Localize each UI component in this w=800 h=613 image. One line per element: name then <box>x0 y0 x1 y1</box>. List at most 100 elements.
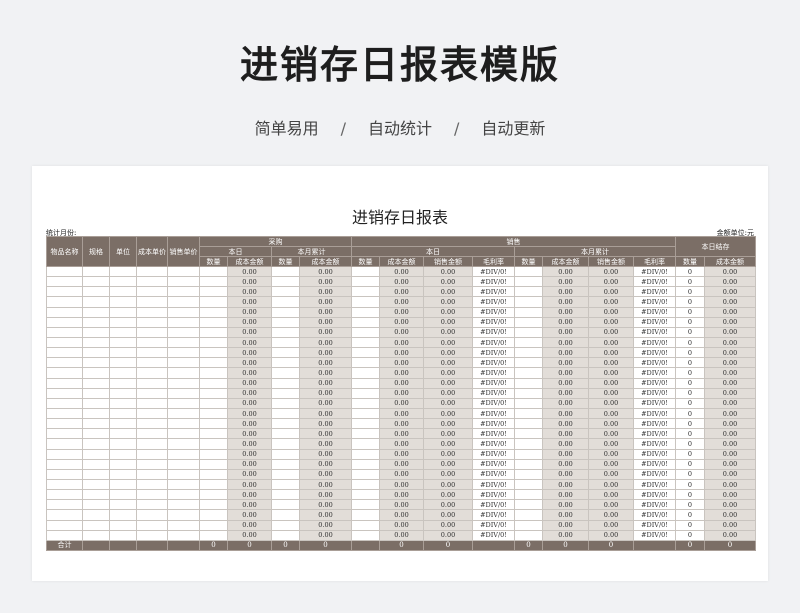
table-cell[interactable] <box>46 468 83 480</box>
table-cell[interactable] <box>514 316 543 328</box>
table-cell[interactable] <box>82 357 110 369</box>
table-cell[interactable]: #DIV/0! <box>472 397 515 409</box>
table-cell[interactable]: 0.00 <box>704 418 756 430</box>
table-cell[interactable]: #DIV/0! <box>633 286 676 298</box>
table-cell[interactable] <box>46 418 83 430</box>
table-cell[interactable] <box>271 458 300 470</box>
table-cell[interactable] <box>514 357 543 369</box>
table-cell[interactable]: 0.00 <box>299 377 352 389</box>
table-cell[interactable] <box>46 377 83 389</box>
table-cell[interactable]: 0.00 <box>704 316 756 328</box>
table-cell[interactable]: #DIV/0! <box>472 458 515 470</box>
table-cell[interactable]: 0.00 <box>423 478 473 491</box>
table-cell[interactable] <box>46 286 83 298</box>
table-cell[interactable] <box>167 519 200 531</box>
table-cell[interactable]: 0.00 <box>379 367 424 379</box>
table-cell[interactable] <box>82 499 110 511</box>
table-cell[interactable] <box>199 367 228 379</box>
table-cell[interactable]: #DIV/0! <box>472 478 515 491</box>
table-cell[interactable] <box>109 448 137 460</box>
table-cell[interactable]: #DIV/0! <box>633 428 676 440</box>
table-cell[interactable]: 0.00 <box>588 458 634 470</box>
table-cell[interactable] <box>109 458 137 470</box>
table-cell[interactable] <box>46 306 83 318</box>
table-cell[interactable]: #DIV/0! <box>633 529 676 541</box>
table-cell[interactable]: 0.00 <box>542 367 589 379</box>
table-cell[interactable] <box>271 397 300 409</box>
table-cell[interactable] <box>271 509 300 521</box>
table-cell[interactable]: 0 <box>675 265 705 278</box>
table-cell[interactable] <box>514 367 543 379</box>
table-cell[interactable]: #DIV/0! <box>633 265 676 278</box>
table-cell[interactable] <box>514 499 543 511</box>
table-cell[interactable]: #DIV/0! <box>633 296 676 308</box>
table-cell[interactable] <box>199 478 228 491</box>
table-cell[interactable] <box>109 367 137 379</box>
table-cell[interactable]: #DIV/0! <box>472 407 515 420</box>
table-cell[interactable] <box>82 418 110 430</box>
table-cell[interactable]: 0.00 <box>379 296 424 308</box>
table-cell[interactable]: 0.00 <box>704 387 756 399</box>
table-cell[interactable] <box>514 438 543 450</box>
table-cell[interactable]: 0.00 <box>379 347 424 359</box>
table-cell[interactable] <box>109 377 137 389</box>
table-cell[interactable]: 0.00 <box>423 276 473 288</box>
table-cell[interactable] <box>271 418 300 430</box>
table-cell[interactable]: 0.00 <box>299 397 352 409</box>
table-cell[interactable] <box>514 519 543 531</box>
table-cell[interactable]: 0 <box>675 458 705 470</box>
table-cell[interactable] <box>514 326 543 338</box>
table-cell[interactable]: #DIV/0! <box>633 489 676 501</box>
table-cell[interactable] <box>167 489 200 501</box>
table-cell[interactable]: 0.00 <box>704 407 756 420</box>
table-cell[interactable]: 0.00 <box>299 306 352 318</box>
table-cell[interactable] <box>271 276 300 288</box>
table-cell[interactable]: 0.00 <box>379 326 424 338</box>
table-cell[interactable] <box>136 296 168 308</box>
table-cell[interactable] <box>514 529 543 541</box>
table-cell[interactable] <box>199 418 228 430</box>
table-cell[interactable]: 0.00 <box>588 448 634 460</box>
table-cell[interactable]: #DIV/0! <box>633 478 676 491</box>
table-cell[interactable] <box>271 316 300 328</box>
table-cell[interactable] <box>514 296 543 308</box>
table-cell[interactable]: 0.00 <box>542 428 589 440</box>
table-cell[interactable] <box>82 509 110 521</box>
table-cell[interactable]: 0 <box>675 499 705 511</box>
table-cell[interactable] <box>109 326 137 338</box>
table-cell[interactable] <box>351 418 380 430</box>
table-cell[interactable]: #DIV/0! <box>633 407 676 420</box>
table-cell[interactable]: 0.00 <box>379 468 424 480</box>
table-cell[interactable] <box>271 438 300 450</box>
table-cell[interactable]: 0.00 <box>542 478 589 491</box>
table-cell[interactable] <box>109 407 137 420</box>
table-cell[interactable]: 0.00 <box>588 387 634 399</box>
table-cell[interactable] <box>46 265 83 278</box>
table-cell[interactable]: 0.00 <box>423 336 473 349</box>
table-cell[interactable] <box>351 296 380 308</box>
table-cell[interactable]: #DIV/0! <box>633 316 676 328</box>
table-cell[interactable] <box>109 265 137 278</box>
table-cell[interactable]: #DIV/0! <box>472 468 515 480</box>
table-cell[interactable]: 0.00 <box>542 306 589 318</box>
table-cell[interactable]: 0.00 <box>542 438 589 450</box>
table-cell[interactable] <box>271 336 300 349</box>
table-cell[interactable] <box>136 489 168 501</box>
table-cell[interactable]: 0.00 <box>588 316 634 328</box>
table-cell[interactable]: 0.00 <box>588 407 634 420</box>
table-cell[interactable]: 0.00 <box>542 336 589 349</box>
table-cell[interactable] <box>136 276 168 288</box>
table-cell[interactable]: 0.00 <box>379 509 424 521</box>
table-cell[interactable] <box>514 509 543 521</box>
table-cell[interactable] <box>199 336 228 349</box>
table-cell[interactable] <box>167 458 200 470</box>
table-cell[interactable]: 0.00 <box>299 438 352 450</box>
table-cell[interactable]: 0.00 <box>423 367 473 379</box>
table-cell[interactable] <box>351 519 380 531</box>
table-cell[interactable]: 0.00 <box>227 468 272 480</box>
table-cell[interactable]: 0.00 <box>704 397 756 409</box>
table-cell[interactable]: 0.00 <box>542 529 589 541</box>
table-cell[interactable] <box>351 499 380 511</box>
table-cell[interactable] <box>199 448 228 460</box>
table-cell[interactable] <box>82 407 110 420</box>
